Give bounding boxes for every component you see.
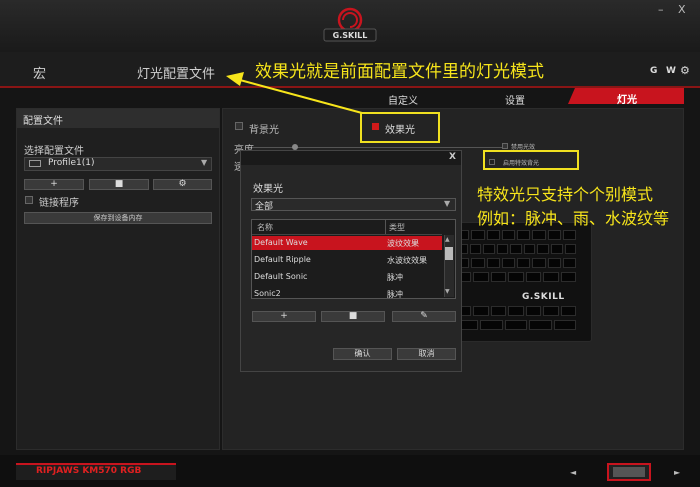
profile-select-value: Profile1(1) <box>48 158 95 168</box>
nav-g-button[interactable]: G <box>650 66 657 76</box>
add-effect-button[interactable]: + <box>252 311 316 322</box>
edit-effect-button[interactable]: ✎ <box>392 311 456 322</box>
tab-lighting[interactable]: 灯光 <box>617 91 637 106</box>
gskill-logo: G.SKILL <box>323 7 377 42</box>
confirm-button[interactable]: 确认 <box>333 348 392 360</box>
gear-icon[interactable]: ⚙ <box>680 64 690 77</box>
scroll-up-icon[interactable]: ▲ <box>445 236 450 243</box>
annotation-highlight-effect <box>360 112 440 143</box>
minimize-button[interactable]: – <box>658 3 664 16</box>
link-program-checkbox[interactable] <box>25 196 33 204</box>
tab-custom[interactable]: 自定义 <box>388 92 418 107</box>
effect-type[interactable]: 脉冲 <box>387 272 403 283</box>
delete-profile-button[interactable]: ■ <box>89 179 149 190</box>
select-profile-label: 选择配置文件 <box>24 146 84 157</box>
effect-name[interactable]: Default Ripple <box>254 255 311 264</box>
chevron-down-icon[interactable]: ▼ <box>444 199 450 208</box>
scroll-down-icon[interactable]: ▼ <box>445 288 450 295</box>
key-row <box>456 306 576 316</box>
annotation-effect-light: 效果光就是前面配置文件里的灯光模式 <box>255 62 544 82</box>
keyboard-icon <box>29 160 41 167</box>
device-model-name: RIPJAWS KM570 RGB <box>36 466 142 476</box>
effect-name[interactable]: Sonic2 <box>254 289 281 298</box>
effect-name[interactable]: Default Wave <box>254 238 308 247</box>
column-divider <box>385 220 386 234</box>
next-device-button[interactable]: ► <box>674 468 680 477</box>
brightness-slider[interactable] <box>252 147 502 148</box>
effect-filter-select[interactable] <box>251 198 456 211</box>
effect-filter-value: 全部 <box>255 202 274 212</box>
key-row <box>456 244 577 254</box>
column-header-name[interactable]: 名称 <box>257 222 273 233</box>
delete-effect-button[interactable]: ■ <box>321 311 385 322</box>
effect-type[interactable]: 波纹效果 <box>387 238 419 249</box>
key-row <box>456 320 577 330</box>
link-program-label: 链接程序 <box>39 198 79 209</box>
save-to-device-button[interactable]: 保存到设备内存 <box>24 212 212 224</box>
dialog-close-button[interactable]: X <box>449 152 456 162</box>
column-header-type[interactable]: 类型 <box>389 222 405 233</box>
nav-lighting-profile[interactable]: 灯光配置文件 <box>137 63 215 82</box>
keyboard-thumbnail-icon <box>613 467 645 477</box>
logo-text: G.SKILL <box>333 31 368 40</box>
nav-w-button[interactable]: W <box>666 66 676 76</box>
scroll-thumb[interactable] <box>445 247 453 260</box>
profile-settings-button[interactable]: ⚙ <box>153 179 212 190</box>
effect-type[interactable]: 脉冲 <box>387 289 403 300</box>
annotation-highlight-special <box>483 150 579 170</box>
background-light-checkbox[interactable] <box>235 122 243 130</box>
keyboard-brand: G.SKILL <box>522 292 565 302</box>
effect-name[interactable]: Default Sonic <box>254 272 307 281</box>
annotation-special-effect-line1: 特效光只支持个个别模式 <box>477 185 654 204</box>
dialog-section-label: 效果光 <box>253 184 283 195</box>
cancel-button[interactable]: 取消 <box>397 348 456 360</box>
tab-settings[interactable]: 设置 <box>505 92 525 107</box>
chevron-down-icon[interactable]: ▼ <box>201 158 207 167</box>
effect-type[interactable]: 水波纹效果 <box>387 255 427 266</box>
key-row <box>456 272 576 282</box>
annotation-special-effect-line2: 例如：脉冲、雨、水波纹等 <box>477 209 670 228</box>
key-row <box>456 230 576 240</box>
disable-effect-checkbox[interactable] <box>502 143 508 149</box>
background-light-label: 背景光 <box>249 125 279 136</box>
key-row <box>456 258 576 268</box>
header-divider <box>252 234 442 235</box>
dialog-title-bar <box>241 151 461 165</box>
nav-macro[interactable]: 宏 <box>33 63 46 82</box>
prev-device-button[interactable]: ◄ <box>570 468 576 477</box>
close-button[interactable]: X <box>678 3 686 16</box>
profile-panel-title: 配置文件 <box>23 116 63 127</box>
add-profile-button[interactable]: + <box>24 179 84 190</box>
